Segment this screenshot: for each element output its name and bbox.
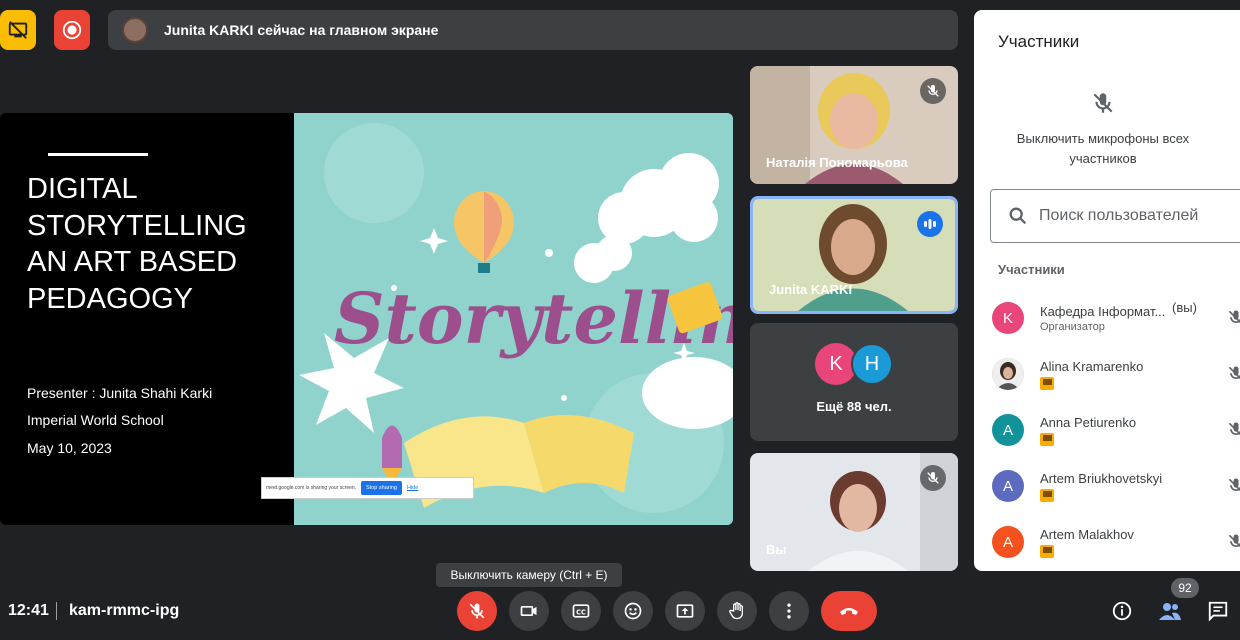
camera-icon: [520, 606, 537, 616]
avatar: [992, 358, 1024, 390]
slide-date: May 10, 2023: [27, 440, 112, 456]
presenting-icon: [1040, 488, 1054, 502]
captions-button[interactable]: CC: [561, 591, 601, 631]
list-item[interactable]: A Artem Malakhov: [992, 514, 1240, 570]
svg-text:CC: CC: [576, 608, 586, 616]
stop-sharing-button[interactable]: Stop sharing: [361, 481, 402, 495]
participant-name: Artem Malakhov: [1040, 526, 1134, 542]
mic-off-icon: [469, 603, 485, 619]
search-box[interactable]: [990, 189, 1240, 243]
screen-share-bar: meet.google.com is sharing your screen. …: [261, 477, 474, 499]
section-label: Участники: [998, 262, 1065, 277]
participants-panel: Участники Выключить микрофоны всех участ…: [974, 10, 1240, 571]
participant-name: Вы: [766, 542, 787, 557]
list-item[interactable]: Alina Kramarenko: [992, 346, 1240, 402]
main-screen-banner: Junita KARKI сейчас на главном экране: [108, 10, 958, 50]
more-vert-icon: [787, 603, 791, 619]
mic-off-icon[interactable]: [1226, 476, 1240, 496]
search-icon: [1009, 207, 1027, 225]
mute-all-label: Выключить микрофоны всех участников: [1016, 131, 1190, 166]
more-options-button[interactable]: [769, 591, 809, 631]
avatar: [122, 17, 148, 43]
hide-link[interactable]: Hide: [407, 485, 418, 491]
mic-toggle-button[interactable]: [457, 591, 497, 631]
chat-button[interactable]: [1205, 598, 1231, 624]
participant-list: K Кафедра Інформат... Организатор (вы) A…: [992, 290, 1240, 570]
banner-text: Junita KARKI сейчас на главном экране: [164, 22, 439, 38]
list-item[interactable]: A Artem Briukhovetskyi: [992, 458, 1240, 514]
speaking-indicator-icon: [917, 211, 943, 237]
participant-name: Junita KARKI: [769, 282, 853, 297]
raise-hand-button[interactable]: [717, 591, 757, 631]
muted-mic-icon: [920, 78, 946, 104]
presentation-slide: DIGITAL STORYTELLING AN ART BASED PEDAGO…: [0, 113, 733, 525]
emoji-icon: [624, 602, 642, 620]
slide-title: DIGITAL STORYTELLING AN ART BASED PEDAGO…: [27, 173, 247, 315]
muted-mic-icon: [920, 465, 946, 491]
avatar: A: [992, 414, 1024, 446]
people-icon: [1159, 603, 1181, 620]
mic-off-icon[interactable]: [1226, 532, 1240, 552]
slide-school: Imperial World School: [27, 412, 164, 428]
participant-tile[interactable]: Наталія Пономарьова: [750, 66, 958, 184]
slide-text-panel: DIGITAL STORYTELLING AN ART BASED PEDAGO…: [0, 113, 294, 525]
list-item[interactable]: A Anna Petiurenko: [992, 402, 1240, 458]
participant-name: Artem Briukhovetskyi: [1040, 470, 1163, 486]
reactions-button[interactable]: [613, 591, 653, 631]
avatar: A: [992, 470, 1024, 502]
camera-toggle-button[interactable]: [509, 591, 549, 631]
chat-icon: [1208, 601, 1228, 622]
slide-presenter: Presenter : Junita Shahi Karki: [27, 385, 213, 401]
avatar: A: [992, 526, 1024, 558]
list-item[interactable]: K Кафедра Інформат... Организатор (вы): [992, 290, 1240, 346]
presenting-icon: [1040, 432, 1054, 446]
participant-tile-active[interactable]: Junita KARKI: [750, 196, 958, 314]
record-icon: [62, 20, 82, 40]
camera-tooltip: Выключить камеру (Ctrl + E): [436, 563, 622, 587]
mic-off-icon[interactable]: [1226, 364, 1240, 384]
mic-off-icon[interactable]: [1226, 420, 1240, 440]
leave-call-button[interactable]: [821, 591, 877, 631]
mic-off-icon: [1093, 93, 1113, 113]
captions-icon: CC: [572, 604, 590, 618]
no-present-icon: [8, 21, 28, 39]
participant-name: Наталія Пономарьова: [766, 155, 908, 170]
participant-name: Кафедра Інформат...: [1040, 303, 1166, 319]
mic-off-icon[interactable]: [1226, 308, 1240, 328]
self-tile[interactable]: Вы: [750, 453, 958, 571]
presenting-icon: [1040, 544, 1054, 558]
presenting-icon: [1040, 376, 1054, 390]
avatar: H: [851, 343, 893, 385]
participant-role: Организатор: [1040, 320, 1105, 333]
meeting-code: kam-rmmc-ipg: [69, 602, 180, 619]
search-input[interactable]: [1039, 207, 1229, 225]
share-message: meet.google.com is sharing your screen.: [266, 485, 357, 491]
presentation-toggle-button[interactable]: [0, 10, 36, 50]
avatar: K: [992, 302, 1024, 334]
participant-name: Anna Petiurenko: [1040, 414, 1137, 430]
present-button[interactable]: [665, 591, 705, 631]
slide-decor-line: [48, 153, 148, 156]
hand-icon: [729, 602, 743, 620]
participant-name: Alina Kramarenko: [1040, 358, 1144, 374]
info-icon: [1112, 601, 1132, 621]
clock: 12:41: [8, 602, 49, 619]
participant-count-badge: 92: [1171, 578, 1199, 598]
panel-title: Участники: [998, 32, 1080, 51]
divider: [56, 602, 57, 620]
more-participants-label: Ещё 88 чел.: [816, 399, 892, 414]
meeting-info-button[interactable]: [1109, 598, 1135, 624]
storytelling-illustration: Storytelling: [294, 113, 733, 525]
you-label: (вы): [1172, 300, 1197, 315]
mute-all-button[interactable]: Выключить микрофоны всех участников: [998, 90, 1208, 169]
recording-button[interactable]: [54, 10, 90, 50]
present-screen-icon: [676, 604, 694, 618]
phone-end-icon: [840, 608, 858, 615]
more-participants-tile[interactable]: K H Ещё 88 чел.: [750, 323, 958, 441]
participants-button[interactable]: [1157, 598, 1183, 624]
